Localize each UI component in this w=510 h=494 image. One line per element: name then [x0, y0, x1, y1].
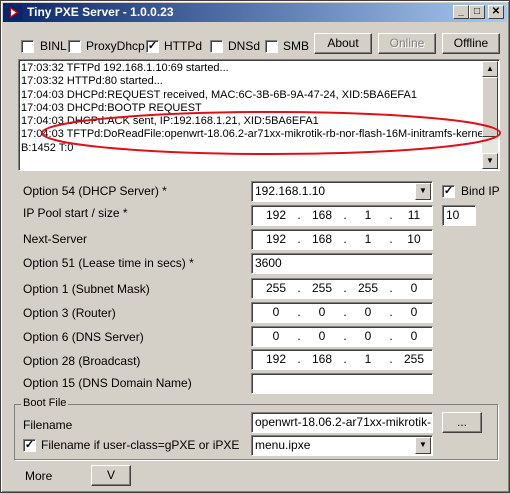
online-button[interactable]: Online	[378, 33, 436, 54]
userclass-label: Filename if user-class=gPXE or iPXE	[41, 438, 240, 452]
option3-label: Option 3 (Router)	[23, 306, 116, 320]
option51-label: Option 51 (Lease time in secs) *	[23, 256, 194, 270]
proxydhcp-label: ProxyDhcp	[86, 39, 145, 53]
chevron-down-icon[interactable]: ▼	[415, 437, 431, 454]
dnsd-label: DNSd	[228, 39, 261, 53]
binl-label: BINL	[40, 39, 67, 53]
log-scrollbar[interactable]: ▲ ▼	[482, 61, 498, 169]
maximize-button[interactable]: □	[469, 5, 485, 19]
ip-octet: 255	[312, 281, 333, 295]
ip-octet: 1	[364, 208, 372, 222]
filename-label: Filename	[23, 418, 73, 432]
minimize-button[interactable]: _	[453, 5, 469, 19]
httpd-checkbox[interactable]: ✓	[146, 40, 159, 53]
userclass-checkbox[interactable]: ✓	[23, 439, 36, 452]
option6-label: Option 6 (DNS Server)	[23, 330, 144, 344]
dnsd-checkbox[interactable]	[210, 40, 223, 53]
ip-octet: 168	[312, 352, 333, 366]
lease-time-field[interactable]: 3600	[251, 253, 433, 274]
userclass-value: menu.ipxe	[255, 438, 311, 452]
ip-octet: 0	[272, 305, 280, 319]
subnet-mask-field[interactable]: 255. 255. 255. 0	[251, 278, 433, 299]
ip-octet: 1	[364, 232, 372, 246]
option54-combo[interactable]: 192.168.1.10 ▼	[251, 181, 433, 202]
log-line: B:1452 T:0	[21, 141, 74, 154]
option15-label: Option 15 (DNS Domain Name)	[23, 376, 192, 390]
bind-ip-checkbox[interactable]: ✓	[442, 185, 455, 198]
option1-label: Option 1 (Subnet Mask)	[23, 282, 150, 296]
bind-ip-label: Bind IP	[461, 184, 500, 198]
scroll-up-icon[interactable]: ▲	[482, 61, 498, 77]
option28-label: Option 28 (Broadcast)	[23, 354, 141, 368]
next-server-label: Next-Server	[23, 232, 88, 246]
proxydhcp-checkbox[interactable]	[68, 40, 81, 53]
httpd-label: HTTPd	[164, 39, 203, 53]
log-line: 17:04:03 DHCPd:BOOTP REQUEST	[21, 101, 202, 114]
scroll-thumb[interactable]	[482, 77, 498, 137]
pool-label: IP Pool start / size *	[23, 206, 128, 220]
ip-octet: 0	[272, 329, 280, 343]
log-line: 17:04:03 TFTPd:DoReadFile:openwrt-18.06.…	[21, 128, 483, 141]
smb-label: SMB	[283, 39, 310, 53]
close-button[interactable]: ✕	[488, 5, 504, 19]
log-line: 17:04:03 DHCPd:ACK sent, IP:192.168.1.21…	[21, 115, 319, 128]
ip-octet: 255	[358, 281, 379, 295]
app-icon	[6, 5, 22, 20]
ip-octet: 1	[364, 352, 372, 366]
ip-octet: 0	[364, 329, 372, 343]
about-button[interactable]: About	[314, 33, 372, 54]
ip-octet: 11	[407, 208, 421, 222]
log-lines: 17:03:32 TFTPd 192.168.1.10:69 started..…	[21, 62, 483, 155]
chevron-down-icon[interactable]: ▼	[415, 183, 431, 200]
ip-octet: 168	[312, 232, 333, 246]
more-label: More	[25, 469, 53, 483]
ip-octet: 192	[266, 208, 287, 222]
main-window: Tiny PXE Server - 1.0.0.23 _ □ ✕ BINL Pr…	[0, 0, 510, 493]
ip-octet: 192	[266, 232, 287, 246]
log-line: 17:04:03 DHCPd:REQUEST received, MAC:6C-…	[21, 88, 417, 101]
filename-field[interactable]: openwrt-18.06.2-ar71xx-mikrotik-rb-nor-f…	[251, 412, 433, 433]
ip-octet: 0	[410, 329, 418, 343]
broadcast-field[interactable]: 192. 168. 1. 255	[251, 349, 433, 370]
userclass-combo[interactable]: menu.ipxe ▼	[251, 435, 433, 456]
offline-button[interactable]: Offline	[442, 33, 500, 54]
ip-octet: 255	[266, 281, 287, 295]
ip-octet: 0	[318, 329, 326, 343]
log-line: 17:03:32 TFTPd 192.168.1.10:69 started..…	[21, 62, 229, 74]
smb-checkbox[interactable]	[265, 40, 278, 53]
more-button[interactable]: V	[91, 465, 131, 486]
ip-octet: 0	[410, 281, 418, 295]
ip-octet: 0	[410, 305, 418, 319]
router-field[interactable]: 0.0.0.0	[251, 302, 433, 323]
title-bar[interactable]: Tiny PXE Server - 1.0.0.23 _ □ ✕	[3, 3, 507, 22]
boot-file-group-title: Boot File	[21, 397, 69, 409]
dns-server-field[interactable]: 0.0.0.0	[251, 326, 433, 347]
option54-value: 192.168.1.10	[255, 184, 326, 198]
ip-octet: 168	[312, 208, 333, 222]
ip-octet: 0	[318, 305, 326, 319]
window-title: Tiny PXE Server - 1.0.0.23	[27, 5, 174, 19]
dns-domain-field[interactable]	[251, 373, 433, 394]
binl-checkbox[interactable]	[21, 40, 34, 53]
ip-octet: 0	[364, 305, 372, 319]
log-box[interactable]: 17:03:32 TFTPd 192.168.1.10:69 started..…	[18, 59, 500, 171]
pool-size-field[interactable]: 10	[442, 205, 476, 226]
browse-button[interactable]: ...	[442, 412, 482, 433]
scroll-down-icon[interactable]: ▼	[482, 153, 498, 169]
ip-octet: 192	[266, 352, 287, 366]
ip-octet: 255	[403, 352, 424, 366]
pool-start-ip-field[interactable]: 192. 168. 1. 11	[251, 205, 433, 226]
option54-label: Option 54 (DHCP Server) *	[23, 184, 167, 198]
next-server-ip-field[interactable]: 192. 168. 1. 10	[251, 229, 433, 250]
log-line: 17:03:32 HTTPd:80 started...	[21, 75, 163, 88]
ip-octet: 10	[407, 232, 421, 246]
